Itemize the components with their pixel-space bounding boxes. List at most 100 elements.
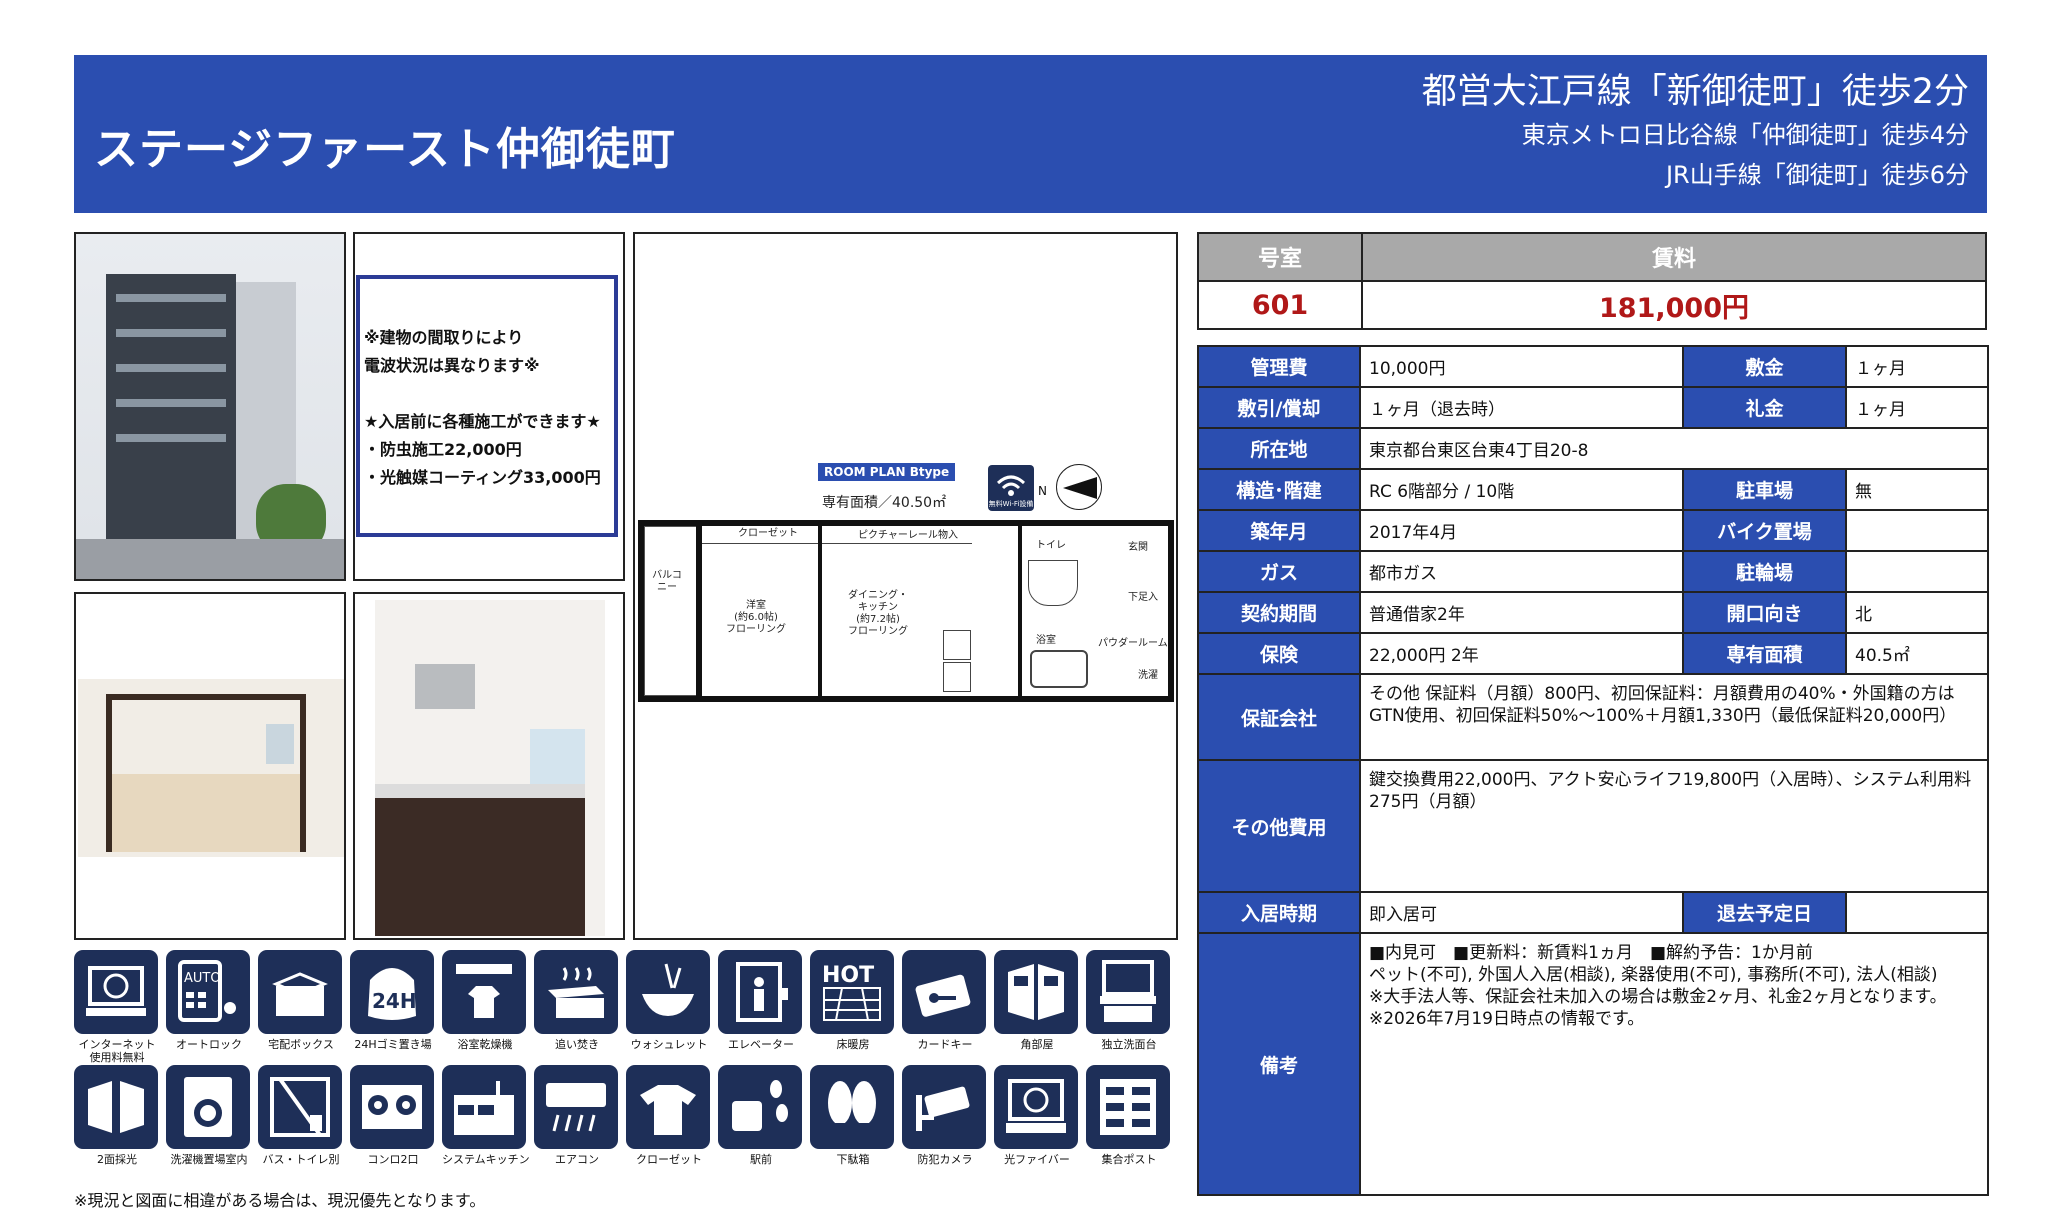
key-money-label: 礼金 bbox=[1682, 386, 1847, 429]
system-kitchen-icon bbox=[442, 1065, 526, 1149]
amenity-item: エアコン bbox=[534, 1065, 620, 1166]
amenity-item: クローゼット bbox=[626, 1065, 712, 1166]
bicycle-label: 駐輪場 bbox=[1682, 550, 1847, 593]
area-value: 40.5㎡ bbox=[1845, 632, 1989, 675]
gas-value: 都市ガス bbox=[1359, 550, 1684, 593]
rent-header: 賃料 bbox=[1361, 232, 1987, 282]
notice-line: ★入居前に各種施工ができます★ bbox=[364, 412, 601, 431]
amenity-item: 集合ポスト bbox=[1086, 1065, 1172, 1166]
guarantor-value: その他 保証料（月額）800円、初回保証料：月額費用の40%・外国籍の方はGTN… bbox=[1359, 673, 1989, 761]
notice-box: ※建物の間取りにより 電波状況は異なります※ ★入居前に各種施工ができます★ ・… bbox=[356, 275, 618, 537]
amenity-item: システムキッチン bbox=[442, 1065, 530, 1166]
shoe-box-icon bbox=[810, 1065, 894, 1149]
notice-line: ・防虫施工22,000円 bbox=[364, 440, 522, 459]
access-primary: 都営大江戸線「新御徒町」徒歩2分 bbox=[1421, 72, 1969, 112]
move-out-label: 退去予定日 bbox=[1682, 891, 1847, 934]
bike-value bbox=[1845, 509, 1989, 552]
mgmt-label: 管理費 bbox=[1197, 345, 1361, 388]
move-in-label: 入居時期 bbox=[1197, 891, 1361, 934]
amenity-item: カードキー bbox=[902, 950, 988, 1051]
svg-text:AUTO: AUTO bbox=[184, 971, 221, 986]
floorplan-tag: ROOM PLAN Btype bbox=[818, 463, 956, 481]
interior-photo bbox=[74, 592, 346, 940]
parking-value: 無 bbox=[1845, 468, 1989, 511]
compass-icon bbox=[1056, 464, 1102, 510]
header-banner: ステージファースト仲御徒町 都営大江戸線「新御徒町」徒歩2分 東京メトロ日比谷線… bbox=[74, 55, 1987, 213]
remarks-line: ※2026年7月19日時点の情報です。 bbox=[1369, 1009, 1645, 1029]
structure-value: RC 6階部分 / 10階 bbox=[1359, 468, 1684, 511]
gas-label: ガス bbox=[1197, 550, 1361, 593]
orientation-value: 北 bbox=[1845, 591, 1989, 634]
footnote: ※現況と図面に相違がある場合は、現況優先となります。 bbox=[74, 1191, 486, 1210]
contract-label: 契約期間 bbox=[1197, 591, 1361, 634]
fiber-optic-icon bbox=[994, 1065, 1078, 1149]
notice-line: ※建物の間取りにより bbox=[364, 328, 524, 347]
insurance-value: 22,000円 2年 bbox=[1359, 632, 1684, 675]
key-money-value: １ヶ月 bbox=[1845, 386, 1989, 429]
rent-table: 号室 賃料 601 181,000円 bbox=[1197, 232, 1987, 330]
remarks-label: 備考 bbox=[1197, 932, 1361, 1196]
amenity-item: 下駄箱 bbox=[810, 1065, 896, 1166]
mailbox-icon bbox=[1086, 1065, 1170, 1149]
structure-label: 構造･階建 bbox=[1197, 468, 1361, 511]
amenity-item: インターネット 使用料無料 bbox=[74, 950, 160, 1064]
two-burner-icon bbox=[350, 1065, 434, 1149]
amenity-item: 浴室乾燥機 bbox=[442, 950, 528, 1051]
remarks-value: ■内見可 ■更新料：新賃料1ヵ月 ■解約予告：1か月前 ペット(不可), 外国人… bbox=[1359, 932, 1989, 1196]
deposit-label: 敷金 bbox=[1682, 345, 1847, 388]
wifi-icon: 無料Wi-Fi設備 bbox=[988, 465, 1034, 511]
amenity-item: コンロ2口 bbox=[350, 1065, 436, 1166]
indoor-washer-icon bbox=[166, 1065, 250, 1149]
floorplan-drawing: クローゼット ピクチャーレール 物入 トイレ 玄関 バルコニー 洋室 (約6.0… bbox=[638, 520, 1174, 702]
amenity-item: 角部屋 bbox=[994, 950, 1080, 1051]
internet-icon bbox=[74, 950, 158, 1034]
other-fees-value: 鍵交換費用22,000円、アクト安心ライフ19,800円（入居時）、システム利用… bbox=[1359, 759, 1989, 893]
amenity-item: 宅配ボックス bbox=[258, 950, 344, 1051]
remarks-line: ペット(不可), 外国人入居(相談), 楽器使用(不可), 事務所(不可), 法… bbox=[1369, 965, 1938, 985]
amenity-grid: インターネット 使用料無料 AUTO オートロック 宅配ボックス 24H 24H… bbox=[74, 950, 1180, 1180]
contract-value: 普通借家2年 bbox=[1359, 591, 1684, 634]
svg-text:24H: 24H bbox=[372, 989, 417, 1013]
bicycle-value bbox=[1845, 550, 1989, 593]
offset-label: 敷引/償却 bbox=[1197, 386, 1361, 429]
security-camera-icon bbox=[902, 1065, 986, 1149]
amenity-item: エレベーター bbox=[718, 950, 804, 1051]
closet-icon bbox=[626, 1065, 710, 1149]
parking-label: 駐車場 bbox=[1682, 468, 1847, 511]
address-value: 東京都台東区台東4丁目20-8 bbox=[1359, 427, 1989, 470]
vanity-icon bbox=[1086, 950, 1170, 1034]
amenity-item: 光ファイバー bbox=[994, 1065, 1080, 1166]
built-value: 2017年4月 bbox=[1359, 509, 1684, 552]
air-conditioner-icon bbox=[534, 1065, 618, 1149]
orientation-label: 開口向き bbox=[1682, 591, 1847, 634]
move-out-value bbox=[1845, 891, 1989, 934]
amenity-item: 駅前 bbox=[718, 1065, 804, 1166]
amenity-item: 2面採光 bbox=[74, 1065, 160, 1166]
area-label: 専有面積 bbox=[1682, 632, 1847, 675]
amenity-item: 独立洗面台 bbox=[1086, 950, 1172, 1051]
card-key-icon bbox=[902, 950, 986, 1034]
floorplan-area: 専有面積／40.50㎡ bbox=[822, 495, 947, 511]
guarantor-label: 保証会社 bbox=[1197, 673, 1361, 761]
amenity-item: AUTO オートロック bbox=[166, 950, 252, 1051]
room-header: 号室 bbox=[1197, 232, 1363, 282]
amenity-item: 追い焚き bbox=[534, 950, 620, 1051]
room-number: 601 bbox=[1197, 280, 1363, 330]
access-info: 都営大江戸線「新御徒町」徒歩2分 東京メトロ日比谷線「仲御徒町」徒歩4分 JR山… bbox=[1422, 69, 1969, 195]
deposit-value: １ヶ月 bbox=[1845, 345, 1989, 388]
address-label: 所在地 bbox=[1197, 427, 1361, 470]
mgmt-value: 10,000円 bbox=[1359, 345, 1684, 388]
access-secondary: 東京メトロ日比谷線「仲御徒町」徒歩4分 bbox=[1521, 121, 1969, 149]
bike-label: バイク置場 bbox=[1682, 509, 1847, 552]
notice-line: 電波状況は異なります※ bbox=[364, 356, 540, 375]
access-tertiary: JR山手線「御徒町」徒歩6分 bbox=[1665, 161, 1969, 189]
bath-dryer-icon bbox=[442, 950, 526, 1034]
property-name: ステージファースト仲御徒町 bbox=[94, 124, 676, 175]
station-front-icon bbox=[718, 1065, 802, 1149]
autolock-icon: AUTO bbox=[166, 950, 250, 1034]
delivery-box-icon bbox=[258, 950, 342, 1034]
insurance-label: 保険 bbox=[1197, 632, 1361, 675]
washlet-icon bbox=[626, 950, 710, 1034]
other-fees-label: その他費用 bbox=[1197, 759, 1361, 893]
svg-text:HOT: HOT bbox=[822, 963, 874, 988]
